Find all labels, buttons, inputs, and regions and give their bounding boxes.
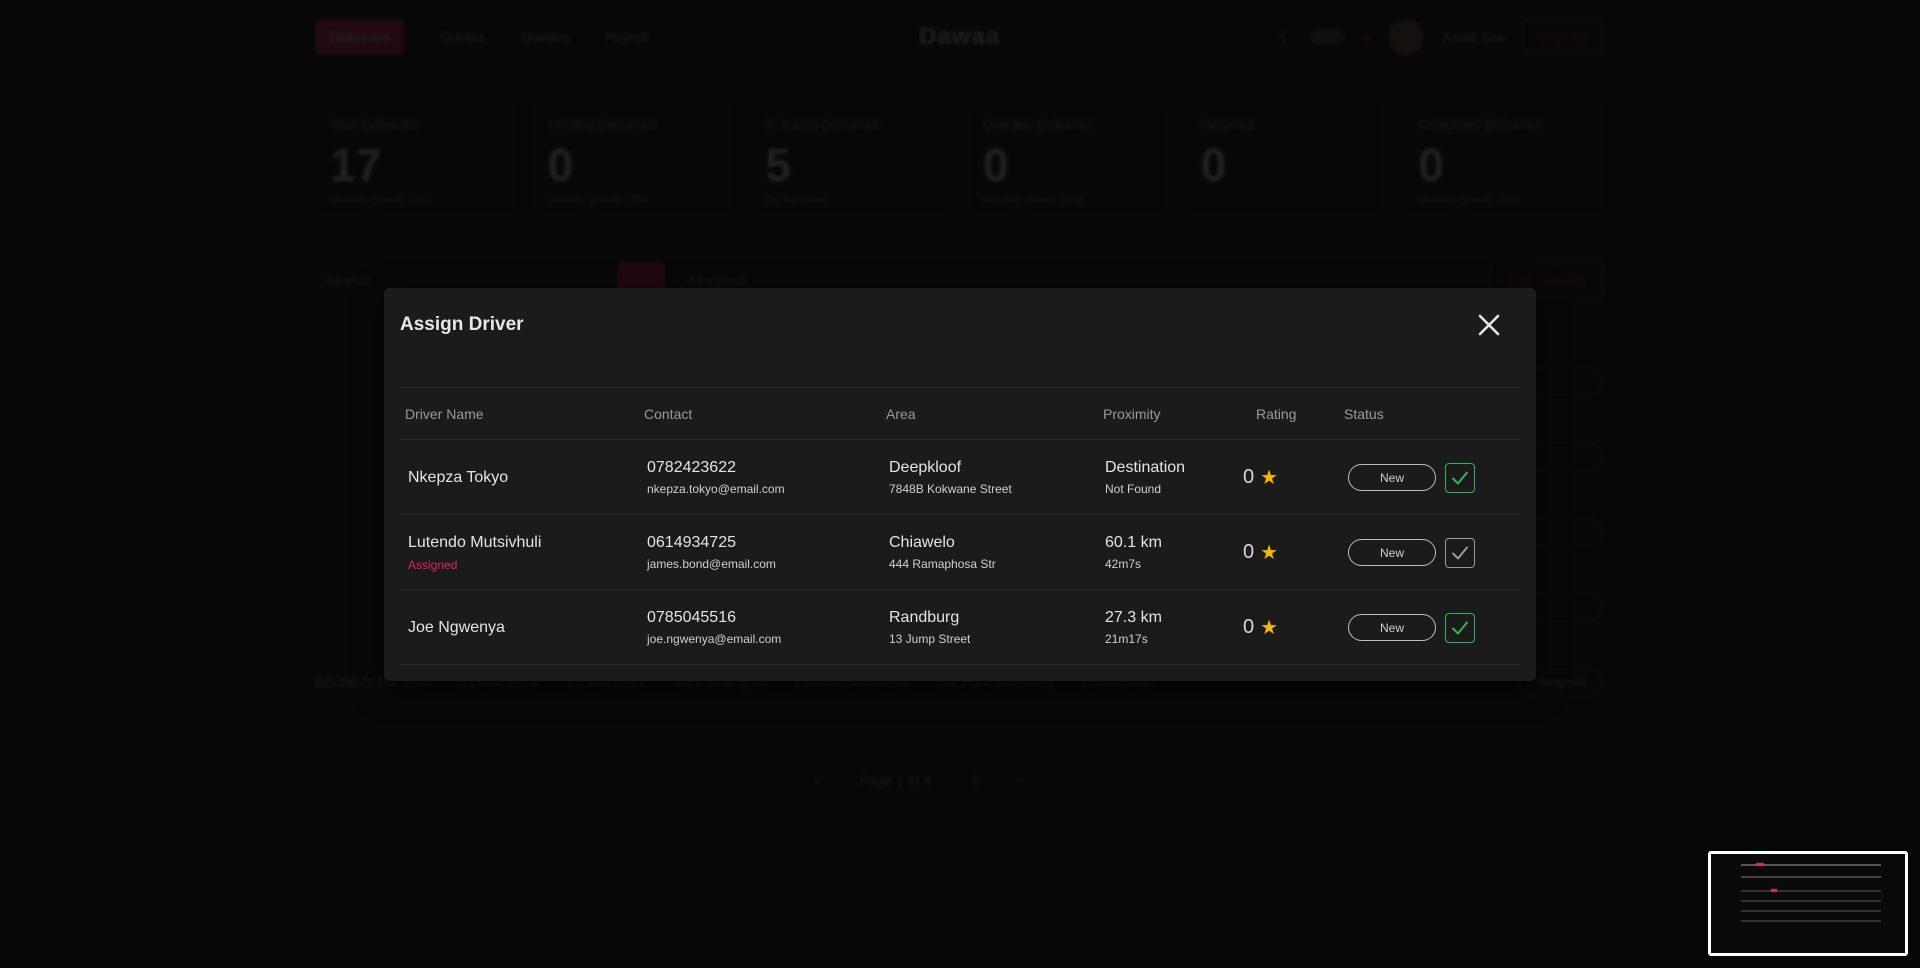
- assign-checkbox[interactable]: [1445, 462, 1475, 493]
- status-badge: New: [1348, 614, 1436, 641]
- table-row[interactable]: Joe Ngwenya 0785045516 joe.ngwenya@email…: [400, 590, 1520, 665]
- check-icon: [1452, 621, 1468, 634]
- star-icon: ★: [1260, 617, 1279, 639]
- status-cell: New: [1348, 515, 1436, 590]
- rating-cell: 0 ★: [1243, 590, 1278, 665]
- driver-name-cell: Joe Ngwenya: [408, 590, 505, 665]
- column-header-rating: Rating: [1256, 406, 1297, 422]
- column-header-status: Status: [1344, 406, 1384, 422]
- driver-street: 13 Jump Street: [889, 632, 971, 646]
- table-header: Driver Name Contact Area Proximity Ratin…: [400, 387, 1520, 440]
- assign-checkbox-cell: [1445, 440, 1475, 515]
- table-row[interactable]: Lutendo Mutsivhuli Assigned 0614934725 j…: [400, 515, 1520, 590]
- driver-email: james.bond@email.com: [647, 557, 776, 571]
- column-header-proximity: Proximity: [1103, 406, 1161, 422]
- column-header-driver-name: Driver Name: [405, 406, 484, 422]
- star-icon: ★: [1260, 467, 1279, 489]
- driver-street: 7848B Kokwane Street: [889, 482, 1012, 496]
- rating-value: 0: [1243, 541, 1255, 563]
- status-badge: New: [1348, 539, 1436, 566]
- assign-checkbox-cell: [1445, 515, 1475, 590]
- driver-street: 444 Ramaphosa Str: [889, 557, 996, 571]
- proximity-value: 27.3 km: [1105, 609, 1162, 626]
- contact-cell: 0614934725 james.bond@email.com: [647, 515, 776, 590]
- assigned-tag: Assigned: [408, 557, 458, 572]
- driver-area: Randburg: [889, 609, 960, 626]
- drivers-table: Driver Name Contact Area Proximity Ratin…: [400, 387, 1520, 665]
- modal-title: Assign Driver: [400, 314, 524, 335]
- proximity-sub: 21m17s: [1105, 632, 1148, 646]
- assign-checkbox[interactable]: [1445, 612, 1475, 643]
- area-cell: Chiawelo 444 Ramaphosa Str: [889, 515, 996, 590]
- driver-name: Lutendo Mutsivhuli: [408, 533, 542, 551]
- column-header-area: Area: [886, 406, 916, 422]
- status-cell: New: [1348, 590, 1436, 665]
- close-icon[interactable]: [1476, 312, 1502, 338]
- table-row[interactable]: Nkepza Tokyo 0782423622 nkepza.tokyo@ema…: [400, 440, 1520, 515]
- assign-checkbox[interactable]: [1445, 537, 1475, 568]
- contact-cell: 0782423622 nkepza.tokyo@email.com: [647, 440, 785, 515]
- rating-cell: 0 ★: [1243, 440, 1278, 515]
- check-icon: [1452, 471, 1468, 484]
- driver-name-cell: Lutendo Mutsivhuli Assigned: [408, 515, 541, 590]
- driver-name: Nkepza Tokyo: [408, 468, 509, 486]
- driver-email: nkepza.tokyo@email.com: [647, 482, 785, 496]
- proximity-sub: Not Found: [1105, 482, 1162, 496]
- check-icon: [1452, 546, 1468, 559]
- status-cell: New: [1348, 440, 1436, 515]
- status-badge: New: [1348, 464, 1436, 491]
- driver-name: Joe Ngwenya: [408, 618, 505, 636]
- minimap-thumbnail[interactable]: [1708, 851, 1908, 956]
- area-cell: Randburg 13 Jump Street: [889, 590, 970, 665]
- driver-name-cell: Nkepza Tokyo: [408, 440, 508, 515]
- proximity-value: Destination: [1105, 459, 1186, 476]
- driver-phone: 0782423622: [647, 459, 736, 476]
- driver-phone: 0614934725: [647, 534, 736, 551]
- proximity-cell: 60.1 km 42m7s: [1105, 515, 1162, 590]
- column-header-contact: Contact: [644, 406, 693, 422]
- proximity-cell: Destination Not Found: [1105, 440, 1185, 515]
- driver-area: Chiawelo: [889, 534, 955, 551]
- proximity-cell: 27.3 km 21m17s: [1105, 590, 1162, 665]
- rating-value: 0: [1243, 616, 1255, 638]
- assign-driver-modal: Assign Driver Driver Name Contact Area P…: [384, 288, 1536, 681]
- rating-cell: 0 ★: [1243, 515, 1278, 590]
- contact-cell: 0785045516 joe.ngwenya@email.com: [647, 590, 781, 665]
- proximity-sub: 42m7s: [1105, 557, 1142, 571]
- proximity-value: 60.1 km: [1105, 534, 1162, 551]
- driver-email: joe.ngwenya@email.com: [647, 632, 782, 646]
- driver-area: Deepkloof: [889, 459, 962, 476]
- rating-value: 0: [1243, 466, 1255, 488]
- star-icon: ★: [1260, 542, 1279, 564]
- area-cell: Deepkloof 7848B Kokwane Street: [889, 440, 1012, 515]
- assign-checkbox-cell: [1445, 590, 1475, 665]
- driver-phone: 0785045516: [647, 609, 736, 626]
